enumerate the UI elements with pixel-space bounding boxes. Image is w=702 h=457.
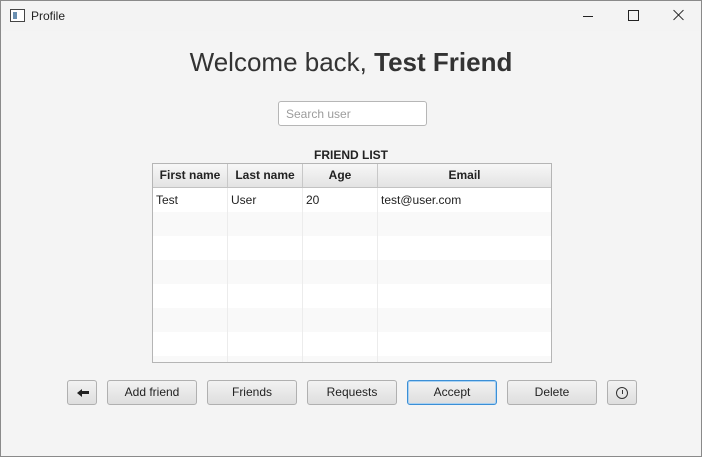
cell-last-name bbox=[228, 356, 303, 362]
profile-window: Profile Welcome back, Test Friend FRIEND… bbox=[0, 0, 702, 457]
maximize-button[interactable] bbox=[610, 1, 656, 31]
column-header-last-name[interactable]: Last name bbox=[228, 164, 303, 187]
user-name: Test Friend bbox=[374, 47, 513, 77]
cell-email bbox=[378, 284, 551, 308]
cell-email bbox=[378, 236, 551, 260]
cell-first-name bbox=[153, 260, 228, 284]
cell-age bbox=[303, 212, 378, 236]
table-row[interactable] bbox=[153, 308, 551, 332]
cell-email: test@user.com bbox=[381, 193, 462, 207]
table-row[interactable] bbox=[153, 332, 551, 356]
close-button[interactable] bbox=[655, 1, 701, 31]
friend-table[interactable]: First name Last name Age Email Test User… bbox=[152, 163, 552, 363]
cell-email bbox=[378, 212, 551, 236]
title-bar: Profile bbox=[1, 1, 701, 31]
cell-age bbox=[303, 236, 378, 260]
app-window-icon bbox=[10, 9, 25, 22]
friends-button[interactable]: Friends bbox=[207, 380, 297, 405]
delete-button[interactable]: Delete bbox=[507, 380, 597, 405]
cell-email bbox=[378, 308, 551, 332]
cell-age bbox=[303, 260, 378, 284]
cell-first-name bbox=[153, 212, 228, 236]
column-header-email[interactable]: Email bbox=[378, 164, 551, 187]
back-button[interactable] bbox=[67, 380, 97, 405]
cell-first-name bbox=[153, 356, 228, 362]
back-arrow-icon bbox=[77, 389, 89, 397]
table-body: Test User 20 test@user.com bbox=[153, 188, 551, 362]
requests-button[interactable]: Requests bbox=[307, 380, 397, 405]
cell-first-name bbox=[153, 284, 228, 308]
close-icon bbox=[673, 9, 685, 21]
cell-age bbox=[303, 284, 378, 308]
table-row[interactable] bbox=[153, 260, 551, 284]
window-title: Profile bbox=[31, 9, 66, 23]
cell-last-name bbox=[228, 308, 303, 332]
welcome-text: Welcome back, bbox=[189, 47, 375, 77]
minimize-button[interactable] bbox=[565, 1, 611, 31]
cell-email bbox=[378, 260, 551, 284]
cell-last-name bbox=[228, 212, 303, 236]
maximize-icon bbox=[628, 10, 639, 21]
cell-last-name bbox=[228, 236, 303, 260]
add-friend-button[interactable]: Add friend bbox=[107, 380, 197, 405]
cell-first-name bbox=[153, 308, 228, 332]
cell-first-name bbox=[153, 236, 228, 260]
cell-first-name bbox=[153, 332, 228, 356]
search-input[interactable] bbox=[278, 101, 427, 126]
cell-age bbox=[303, 356, 378, 362]
cell-last-name: User bbox=[228, 188, 303, 212]
table-row[interactable] bbox=[153, 236, 551, 260]
cell-age: 20 bbox=[303, 188, 378, 212]
friend-list-label: FRIEND LIST bbox=[314, 148, 388, 162]
history-button[interactable] bbox=[607, 380, 637, 405]
cell-last-name bbox=[228, 284, 303, 308]
minimize-icon bbox=[583, 16, 593, 17]
cell-age bbox=[303, 308, 378, 332]
table-row[interactable]: Test User 20 test@user.com bbox=[153, 188, 551, 212]
column-header-first-name[interactable]: First name bbox=[153, 164, 228, 187]
cell-first-name: Test bbox=[153, 188, 228, 212]
cell-email bbox=[378, 356, 551, 362]
cell-last-name bbox=[228, 332, 303, 356]
table-row[interactable] bbox=[153, 212, 551, 236]
accept-button[interactable]: Accept bbox=[407, 380, 497, 405]
table-header: First name Last name Age Email bbox=[153, 164, 551, 188]
cell-email bbox=[378, 332, 551, 356]
table-row[interactable] bbox=[153, 284, 551, 308]
clock-icon bbox=[616, 387, 628, 399]
cell-last-name bbox=[228, 260, 303, 284]
table-row[interactable] bbox=[153, 356, 551, 362]
cell-age bbox=[303, 332, 378, 356]
welcome-heading: Welcome back, Test Friend bbox=[1, 47, 701, 78]
column-header-age[interactable]: Age bbox=[303, 164, 378, 187]
